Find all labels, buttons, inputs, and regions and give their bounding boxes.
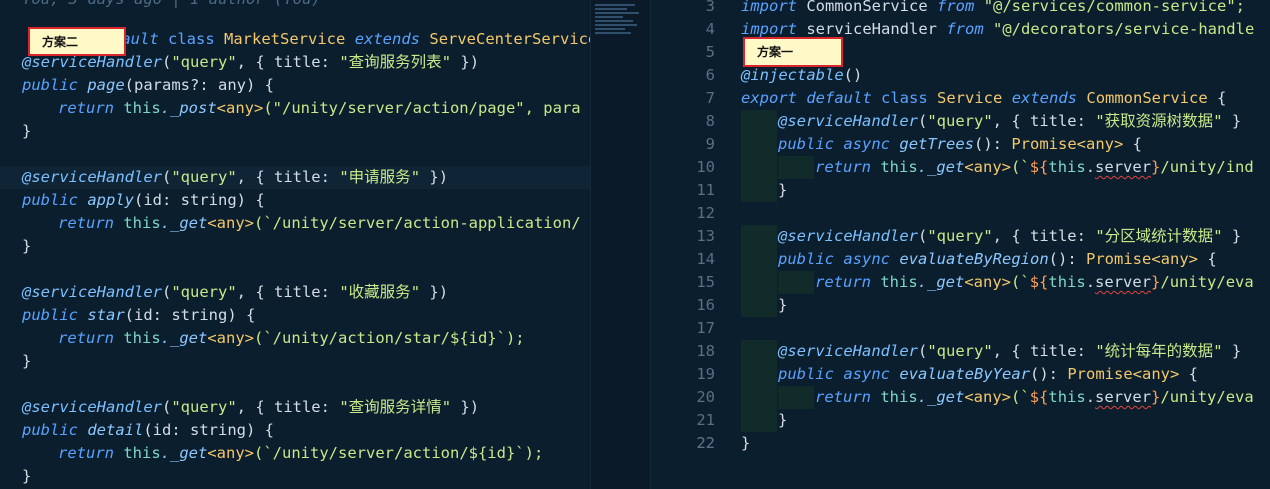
minimap[interactable] [590, 0, 651, 489]
code-line-decorator: 18 @serviceHandler("query", { title: "统计… [651, 340, 1270, 363]
code-line-return: return this._get<any>(`/unity/server/act… [58, 444, 544, 462]
code-line-close: } [22, 122, 32, 140]
code-line-signature: 9 public async getTrees(): Promise<any> … [651, 133, 1270, 156]
code-line-close: } [22, 352, 32, 370]
code-line-close: } [22, 237, 32, 255]
code-line-return: 15 return this._get<any>(`${this.server}… [651, 271, 1270, 294]
code-line-blank: 17 [696, 319, 715, 337]
code-line-decorator: @serviceHandler("query", { title: "申请服务"… [0, 166, 590, 189]
code-line-return: return this._get<any>(`/unity/server/act… [58, 214, 581, 232]
code-line-return: return this._post<any>("/unity/server/ac… [58, 99, 581, 117]
code-line-6: 6 @injectable() [705, 66, 863, 84]
code-line-signature: 14 public async evaluateByRegion(): Prom… [651, 248, 1270, 271]
code-line-decorator: @serviceHandler("query", { title: "收藏服务"… [22, 283, 449, 301]
code-line-7: 7 export default class Service extends C… [705, 89, 1227, 107]
code-line-signature: public star(id: string) { [22, 306, 256, 324]
left-editor-pane[interactable]: You, 3 days ago | 1 author (You) ort def… [0, 0, 590, 489]
code-line-22: 22 } [696, 434, 751, 452]
right-editor-pane[interactable]: 3 import CommonService from "@/services/… [650, 0, 1270, 489]
code-line-signature: public page(params?: any) { [22, 76, 274, 94]
code-line-close: 11 } [651, 179, 1270, 202]
code-line-signature: public detail(id: string) { [22, 421, 274, 439]
code-line-return: 10 return this._get<any>(`${this.server}… [651, 156, 1270, 179]
code-line-decorator: 8 @serviceHandler("query", { title: "获取资… [651, 110, 1270, 133]
annotation-plan-two: 方案二 [28, 27, 126, 56]
code-line-decorator: 13 @serviceHandler("query", { title: "分区… [651, 225, 1270, 248]
annotation-plan-one: 方案一 [743, 37, 843, 67]
code-line-close: } [22, 467, 32, 485]
code-line-signature: 19 public async evaluateByYear(): Promis… [651, 363, 1270, 386]
code-line-close: 21 } [651, 409, 1270, 432]
code-line-return: 20 return this._get<any>(`${this.server}… [651, 386, 1270, 409]
code-line-blank: 12 [696, 204, 715, 222]
code-line-decorator: @serviceHandler("query", { title: "查询服务详… [22, 398, 480, 416]
code-line-close: 16 } [651, 294, 1270, 317]
code-line-return: return this._get<any>(`/unity/action/sta… [58, 329, 525, 347]
code-line-class: ort default class MarketService extends … [56, 30, 590, 48]
code-line-3: 3 import CommonService from "@/services/… [705, 0, 1245, 15]
code-line-signature: public apply(id: string) { [22, 191, 265, 209]
